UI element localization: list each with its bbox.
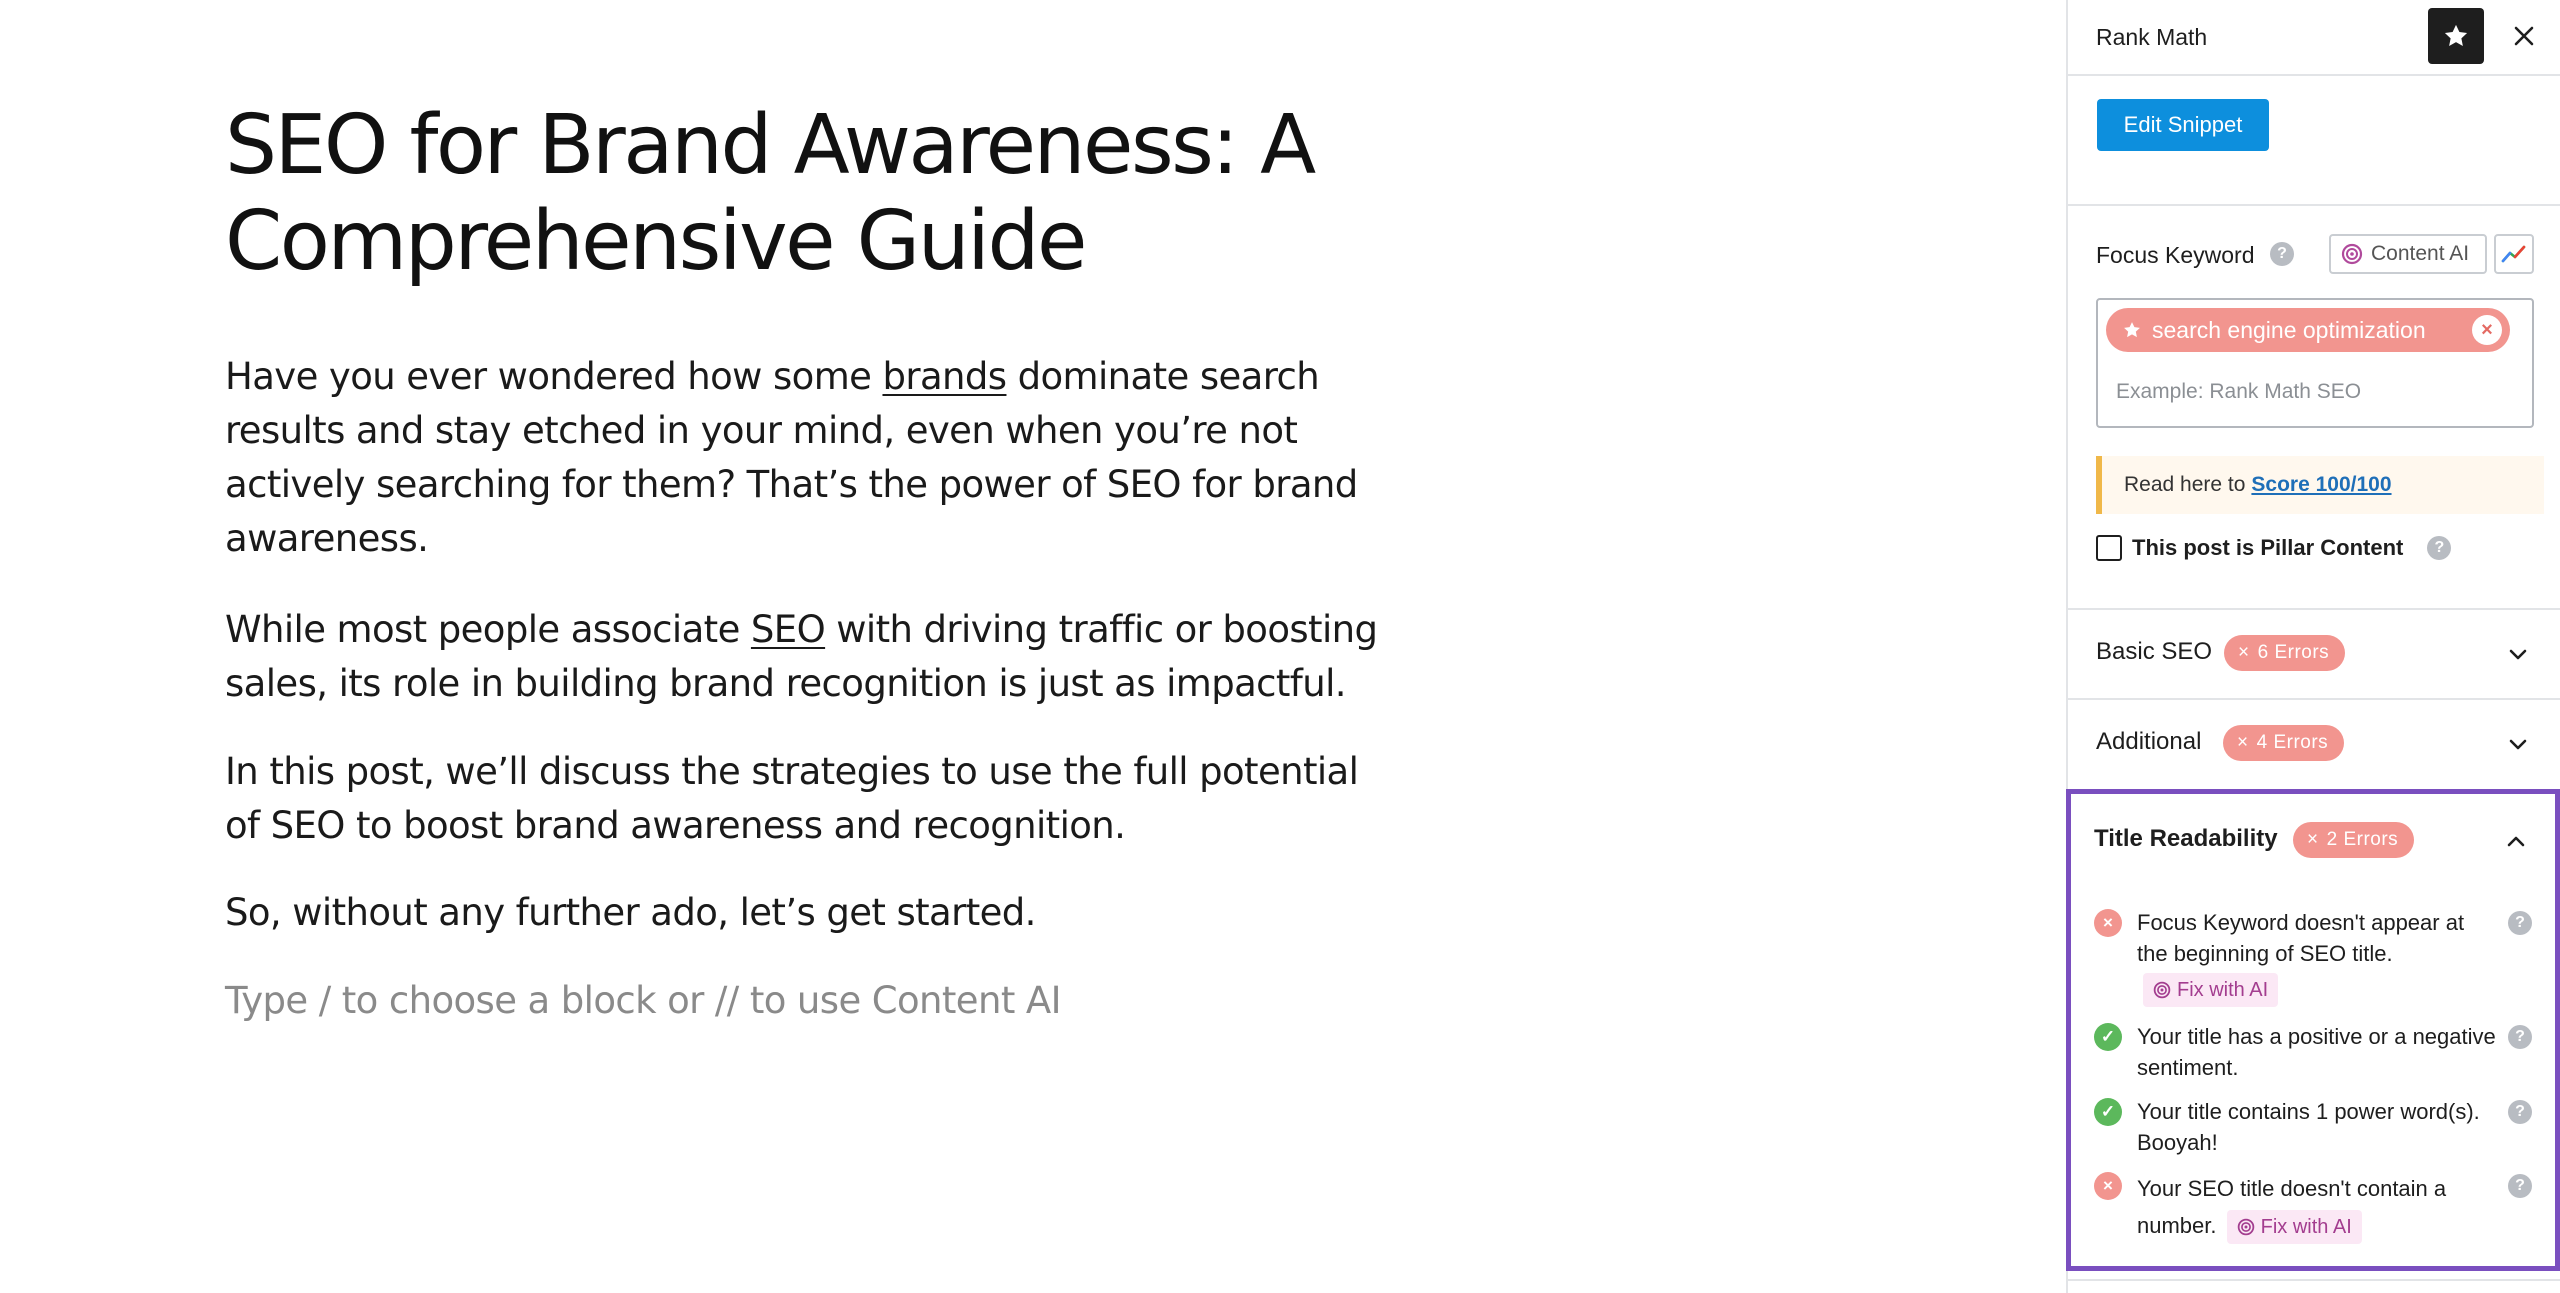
check-item: × Your SEO title doesn't contain a numbe… bbox=[2094, 1170, 2532, 1250]
trend-chart-icon bbox=[2501, 245, 2526, 263]
content-ai-label: Content AI bbox=[2371, 242, 2470, 265]
text-span: Have you ever wondered how some bbox=[225, 355, 883, 398]
close-icon bbox=[2514, 26, 2534, 46]
help-icon[interactable]: ? bbox=[2508, 1100, 2532, 1124]
help-icon[interactable]: ? bbox=[2508, 911, 2532, 935]
content-ai-icon bbox=[2341, 243, 2363, 265]
sidebar-title: Rank Math bbox=[2096, 24, 2208, 50]
panel-title: Additional bbox=[2096, 728, 2202, 755]
error-x-icon: × bbox=[2307, 829, 2319, 850]
text-span: While most people associate bbox=[225, 608, 751, 651]
paragraph-intro[interactable]: Have you ever wondered how some brands d… bbox=[225, 350, 1385, 566]
keyword-text: search engine optimization bbox=[2152, 316, 2426, 343]
focus-keyword-label: Focus Keyword bbox=[2096, 242, 2255, 268]
primary-star-icon bbox=[2124, 322, 2140, 338]
error-badge: × 2 Errors bbox=[2293, 822, 2415, 858]
score-link[interactable]: Score 100/100 bbox=[2251, 473, 2391, 497]
notice-text: Read here to bbox=[2124, 473, 2246, 496]
pillar-content-option: This post is Pillar Content ? bbox=[2096, 535, 2452, 561]
content-ai-button[interactable]: Content AI bbox=[2329, 234, 2487, 274]
error-badge: × 4 Errors bbox=[2223, 725, 2345, 761]
edit-snippet-button[interactable]: Edit Snippet bbox=[2097, 99, 2269, 151]
fix-with-ai-button[interactable]: Fix with AI bbox=[2226, 1210, 2362, 1245]
focus-keyword-input[interactable] bbox=[2116, 380, 2516, 404]
brands-link[interactable]: brands bbox=[882, 355, 1007, 398]
check-icon: ✓ bbox=[2094, 1023, 2122, 1051]
help-icon[interactable]: ? bbox=[2508, 1025, 2532, 1049]
content-ai-icon bbox=[2153, 981, 2171, 999]
panel-title-readability[interactable]: Title Readability × 2 Errors × Focus Key… bbox=[2066, 789, 2560, 1271]
collapse-chevron[interactable] bbox=[2500, 825, 2532, 857]
snippet-section: Edit Snippet bbox=[2068, 76, 2560, 206]
check-text: Your SEO title doesn't contain a number.… bbox=[2137, 1170, 2497, 1245]
panel-additional[interactable]: Additional × 4 Errors bbox=[2068, 700, 2560, 788]
score-notice: Read here to Score 100/100 bbox=[2096, 456, 2544, 514]
sidebar-header: Rank Math bbox=[2068, 0, 2560, 76]
keyword-tag[interactable]: search engine optimization × bbox=[2106, 308, 2510, 352]
paragraph-start[interactable]: So, without any further ado, let’s get s… bbox=[225, 886, 1385, 940]
error-x-icon: × bbox=[2237, 732, 2249, 753]
post-title[interactable]: SEO for Brand Awareness: A Comprehensive… bbox=[225, 98, 1405, 290]
error-count: 6 Errors bbox=[2257, 642, 2330, 663]
chevron-down-icon bbox=[2509, 649, 2527, 660]
star-icon bbox=[2444, 24, 2468, 47]
panel-basic-seo[interactable]: Basic SEO × 6 Errors bbox=[2068, 610, 2560, 698]
check-item: × Focus Keyword doesn't appear at the be… bbox=[2094, 907, 2532, 1007]
fix-label: Fix with AI bbox=[2177, 978, 2269, 1001]
help-icon[interactable]: ? bbox=[2508, 1174, 2532, 1198]
content-ai-icon bbox=[2237, 1218, 2254, 1236]
error-icon: × bbox=[2094, 1172, 2122, 1200]
post-editor: SEO for Brand Awareness: A Comprehensive… bbox=[0, 0, 2066, 1293]
check-text: Focus Keyword doesn't appear at the begi… bbox=[2137, 907, 2497, 1007]
check-item: ✓ Your title has a positive or a negativ… bbox=[2094, 1021, 2532, 1087]
pillar-content-label[interactable]: This post is Pillar Content bbox=[2132, 535, 2403, 561]
help-icon[interactable]: ? bbox=[2427, 536, 2452, 560]
seo-link[interactable]: SEO bbox=[751, 608, 826, 651]
panel-title: Basic SEO bbox=[2096, 638, 2213, 665]
pillar-content-checkbox[interactable] bbox=[2096, 535, 2122, 561]
check-text: Your title has a positive or a negative … bbox=[2137, 1024, 2496, 1080]
check-message: Focus Keyword doesn't appear at the begi… bbox=[2137, 910, 2465, 966]
trends-button[interactable] bbox=[2494, 234, 2534, 274]
chevron-down-icon bbox=[2509, 739, 2527, 750]
error-count: 2 Errors bbox=[2326, 829, 2399, 850]
check-item: ✓ Your title contains 1 power word(s). B… bbox=[2094, 1096, 2532, 1162]
block-placeholder[interactable]: Type / to choose a block or // to use Co… bbox=[225, 974, 1062, 1028]
error-count: 4 Errors bbox=[2256, 732, 2329, 753]
error-icon: × bbox=[2094, 909, 2122, 937]
expand-chevron[interactable] bbox=[2502, 728, 2534, 760]
panel-title: Title Readability bbox=[2094, 825, 2278, 852]
focus-keyword-box[interactable]: search engine optimization × bbox=[2096, 298, 2534, 428]
help-icon[interactable]: ? bbox=[2270, 242, 2294, 266]
check-icon: ✓ bbox=[2094, 1098, 2122, 1126]
fix-label: Fix with AI bbox=[2260, 1215, 2352, 1238]
fix-with-ai-button[interactable]: Fix with AI bbox=[2143, 973, 2279, 1007]
pin-star-button[interactable] bbox=[2428, 8, 2484, 64]
paragraph-seo[interactable]: While most people associate SEO with dri… bbox=[225, 603, 1385, 711]
close-sidebar-button[interactable] bbox=[2502, 14, 2546, 58]
divider bbox=[2068, 1279, 2560, 1281]
paragraph-strategies[interactable]: In this post, we’ll discuss the strategi… bbox=[225, 745, 1385, 853]
expand-chevron[interactable] bbox=[2502, 638, 2534, 670]
check-text: Your title contains 1 power word(s). Boo… bbox=[2137, 1099, 2480, 1155]
chevron-up-icon bbox=[2507, 836, 2525, 847]
remove-keyword-icon[interactable]: × bbox=[2472, 315, 2502, 345]
error-badge: × 6 Errors bbox=[2224, 635, 2346, 671]
error-x-icon: × bbox=[2238, 642, 2250, 663]
